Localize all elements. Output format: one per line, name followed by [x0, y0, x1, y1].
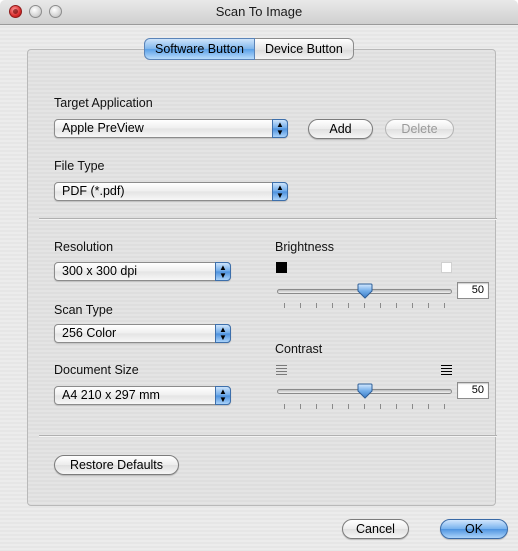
file-type-label: File Type [54, 159, 105, 173]
slider-tick [396, 303, 397, 308]
popup-arrows-icon: ▲ ▼ [215, 386, 231, 405]
slider-tick [412, 303, 413, 308]
resolution-popup[interactable]: 300 x 300 dpi ▲ ▼ [54, 262, 231, 281]
slider-tick [332, 303, 333, 308]
slider-thumb-icon [357, 283, 372, 299]
scan-type-popup[interactable]: 256 Color ▲ ▼ [54, 324, 231, 343]
slider-tick [364, 303, 365, 308]
restore-defaults-button[interactable]: Restore Defaults [54, 455, 179, 475]
popup-arrows-icon: ▲ ▼ [215, 262, 231, 281]
brightness-tick-marks [284, 303, 445, 309]
popup-arrows-icon: ▲ ▼ [215, 324, 231, 343]
black-square-icon [276, 262, 287, 273]
contrast-tick-marks [284, 404, 445, 410]
resolution-value: 300 x 300 dpi [62, 264, 138, 278]
section-divider [39, 218, 497, 220]
cancel-button[interactable]: Cancel [342, 519, 409, 539]
tab-bar: Software Button Device Button [144, 38, 354, 60]
section-divider [39, 435, 497, 437]
contrast-label: Contrast [275, 342, 323, 356]
slider-tick [284, 404, 285, 409]
slider-tick [444, 404, 445, 409]
scan-type-value: 256 Color [62, 326, 117, 340]
slider-tick [428, 404, 429, 409]
high-contrast-lines-icon [441, 365, 452, 376]
document-size-label: Document Size [54, 363, 139, 377]
popup-arrows-icon: ▲ ▼ [272, 119, 288, 138]
slider-tick [380, 404, 381, 409]
brightness-value-field[interactable]: 50 [457, 282, 489, 299]
title-bar[interactable]: Scan To Image [0, 0, 518, 25]
window-title: Scan To Image [215, 4, 303, 19]
target-application-label: Target Application [54, 96, 153, 110]
tab-software-button[interactable]: Software Button [144, 38, 255, 60]
slider-tick [316, 404, 317, 409]
slider-tick [428, 303, 429, 308]
add-button[interactable]: Add [308, 119, 373, 139]
slider-tick [300, 303, 301, 308]
slider-tick [332, 404, 333, 409]
slider-tick [364, 404, 365, 409]
slider-tick [348, 404, 349, 409]
target-application-popup[interactable]: Apple PreView ▲ ▼ [54, 119, 288, 138]
brightness-label: Brightness [275, 240, 335, 254]
file-type-popup[interactable]: PDF (*.pdf) ▲ ▼ [54, 182, 288, 201]
scan-to-image-window: Scan To Image Software Button Device But… [0, 0, 518, 551]
target-application-value: Apple PreView [62, 121, 144, 135]
slider-tick [284, 303, 285, 308]
low-contrast-lines-icon [276, 365, 287, 376]
slider-thumb-icon [357, 383, 372, 399]
slider-tick [316, 303, 317, 308]
document-size-popup[interactable]: A4 210 x 297 mm ▲ ▼ [54, 386, 231, 405]
document-size-value: A4 210 x 297 mm [62, 388, 160, 402]
scan-type-label: Scan Type [54, 303, 113, 317]
slider-tick [300, 404, 301, 409]
resolution-label: Resolution [54, 240, 114, 254]
ok-button[interactable]: OK [440, 519, 508, 539]
white-square-icon [441, 262, 452, 273]
file-type-value: PDF (*.pdf) [62, 184, 125, 198]
popup-arrows-icon: ▲ ▼ [272, 182, 288, 201]
slider-tick [380, 303, 381, 308]
slider-tick [348, 303, 349, 308]
delete-button[interactable]: Delete [385, 119, 454, 139]
slider-tick [396, 404, 397, 409]
contrast-value-field[interactable]: 50 [457, 382, 489, 399]
tab-device-button[interactable]: Device Button [254, 38, 354, 60]
slider-tick [444, 303, 445, 308]
slider-tick [412, 404, 413, 409]
